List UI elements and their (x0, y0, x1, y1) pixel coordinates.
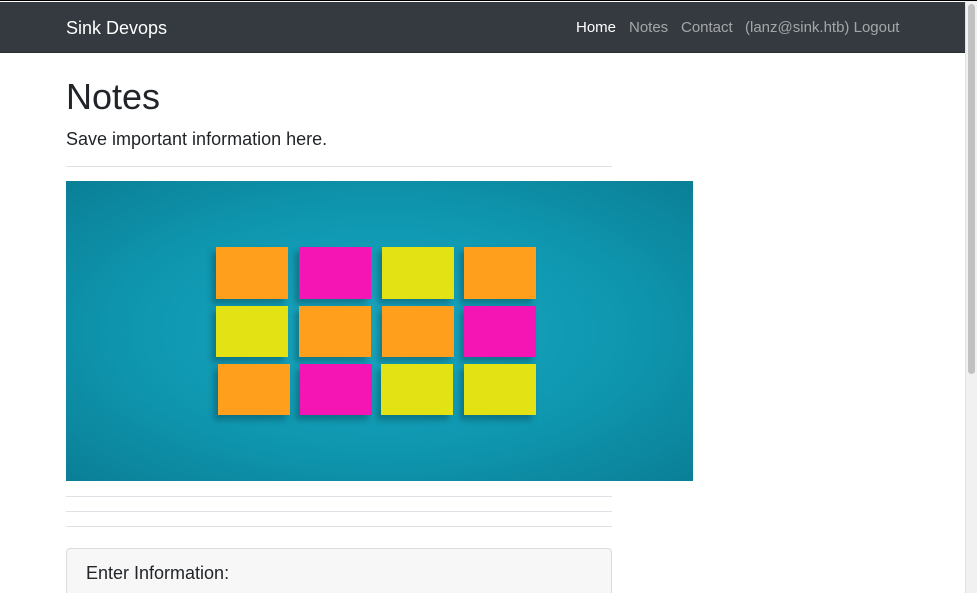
divider (66, 496, 612, 497)
enter-information-card: Enter Information: (66, 548, 612, 593)
navbar: Sink Devops Home Notes Contact (lanz@sin… (0, 2, 965, 53)
sticky-note-yellow (381, 364, 453, 415)
sticky-note-orange (299, 306, 371, 357)
brand-link[interactable]: Sink Devops (66, 17, 167, 39)
divider (66, 511, 612, 512)
divider (66, 526, 612, 527)
vertical-scrollbar[interactable] (965, 1, 977, 593)
browser-viewport: Sink Devops Home Notes Contact (lanz@sin… (0, 0, 977, 593)
nav-logout-link[interactable]: (lanz@sink.htb) Logout (745, 18, 899, 38)
divider (66, 166, 612, 167)
sticky-note-orange (218, 364, 290, 415)
sticky-note-orange (216, 247, 288, 299)
scrollbar-thumb[interactable] (968, 4, 975, 374)
card-title: Enter Information: (86, 563, 230, 583)
sticky-note-orange (382, 306, 454, 357)
sticky-note-yellow (464, 364, 536, 415)
nav-notes-link[interactable]: Notes (629, 18, 668, 38)
page-title: Notes (66, 76, 161, 117)
sticky-note-pink (464, 306, 536, 357)
sticky-note-yellow (382, 247, 454, 299)
page-lead: Save important information here. (66, 129, 328, 149)
sticky-note-orange (464, 247, 536, 299)
sticky-notes-image (66, 181, 693, 481)
sticky-note-pink (300, 364, 372, 415)
sticky-note-pink (299, 247, 371, 299)
nav-home-link[interactable]: Home (576, 18, 616, 38)
nav-contact-link[interactable]: Contact (681, 18, 733, 38)
sticky-note-yellow (216, 306, 288, 357)
